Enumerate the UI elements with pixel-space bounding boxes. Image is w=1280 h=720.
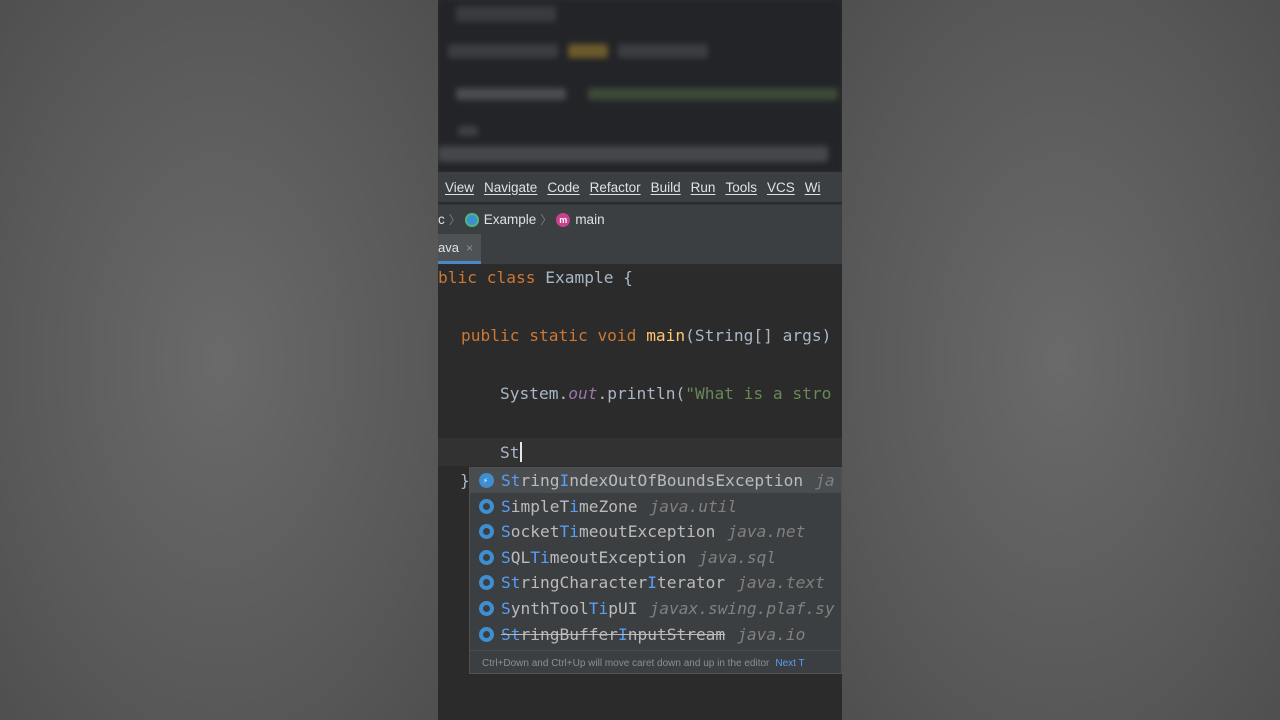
menu-tools[interactable]: Tools (725, 180, 757, 195)
completion-item[interactable]: StringIndexOutOfBoundsException ja (470, 468, 841, 493)
menu-navigate[interactable]: Navigate (484, 180, 537, 195)
menu-window[interactable]: Wi (805, 180, 821, 195)
menu-bar: View Navigate Code Refactor Build Run To… (438, 172, 842, 202)
completion-popup: StringIndexOutOfBoundsException ja SimpleT… (469, 467, 842, 674)
background-left (0, 0, 438, 720)
current-line-highlight (438, 438, 842, 466)
completion-item[interactable]: SynthToolTipUI javax.swing.plaf.sy (470, 596, 841, 621)
code-line-typing: St (500, 442, 522, 462)
menu-refactor[interactable]: Refactor (590, 180, 641, 195)
exception-class-icon (479, 473, 494, 488)
completion-item-package: java.io (737, 624, 806, 644)
code-line-println: System.out.println("What is a stro (500, 384, 832, 403)
completion-item[interactable]: StringCharacterIterator java.text (470, 570, 841, 595)
menu-vcs[interactable]: VCS (767, 180, 795, 195)
completion-item-package: java.util (649, 496, 738, 516)
chevron-right-icon: 〉 (540, 213, 553, 227)
class-icon (479, 549, 494, 565)
completion-item-name: SynthToolTipUI (501, 599, 638, 618)
completion-item-package: ja (815, 471, 835, 490)
breadcrumb: c 〉 Example 〉 m main (438, 204, 842, 234)
text-caret (519, 442, 522, 462)
completion-item-name: StringIndexOutOfBoundsException (501, 471, 804, 490)
completion-item-name: SQLTimeoutException (501, 547, 687, 567)
menu-run[interactable]: Run (691, 180, 716, 195)
class-icon (479, 498, 494, 514)
method-icon: m (556, 212, 571, 227)
blurred-header (438, 0, 842, 172)
completion-item-package: java.sql (698, 547, 777, 567)
menu-build[interactable]: Build (651, 180, 681, 195)
class-icon (479, 601, 494, 616)
breadcrumb-prefix[interactable]: c (438, 212, 445, 227)
completion-item-name: SocketTimeoutException (501, 522, 716, 542)
code-line-class: blic class Example { (438, 268, 633, 287)
completion-item-package: javax.swing.plaf.sy (649, 599, 835, 618)
completion-item-package: java.text (737, 573, 825, 593)
chevron-right-icon: 〉 (448, 213, 461, 227)
class-icon (464, 212, 479, 227)
tab-example-java[interactable]: ava × (438, 234, 481, 264)
menu-code[interactable]: Code (547, 180, 579, 195)
class-icon (479, 626, 494, 642)
background-right (842, 0, 1280, 720)
completion-item[interactable]: SimpleTimeZone java.util (470, 494, 841, 519)
editor-tabs: ava × (438, 234, 842, 265)
menu-view[interactable]: View (445, 180, 474, 195)
next-tip-link[interactable]: Next T (775, 658, 804, 669)
code-line-main: public static void main(String[] args) (461, 326, 832, 345)
class-icon (479, 575, 494, 591)
breadcrumb-method[interactable]: main (575, 212, 604, 227)
completion-item-name: SimpleTimeZone (501, 496, 638, 516)
tab-label: ava (438, 240, 459, 255)
breadcrumb-class[interactable]: Example (484, 212, 537, 227)
class-icon (479, 524, 494, 540)
completion-item-name: StringBufferInputStream (501, 624, 726, 644)
completion-item[interactable]: SQLTimeoutException java.sql (470, 545, 841, 570)
completion-hint: Ctrl+Down and Ctrl+Up will move caret do… (470, 650, 841, 673)
completion-item[interactable]: StringBufferInputStream java.io (470, 622, 841, 647)
completion-item[interactable]: SocketTimeoutException java.net (470, 519, 841, 544)
completion-item-package: java.net (727, 522, 806, 542)
close-icon[interactable]: × (466, 241, 473, 255)
completion-item-name: StringCharacterIterator (501, 573, 726, 593)
